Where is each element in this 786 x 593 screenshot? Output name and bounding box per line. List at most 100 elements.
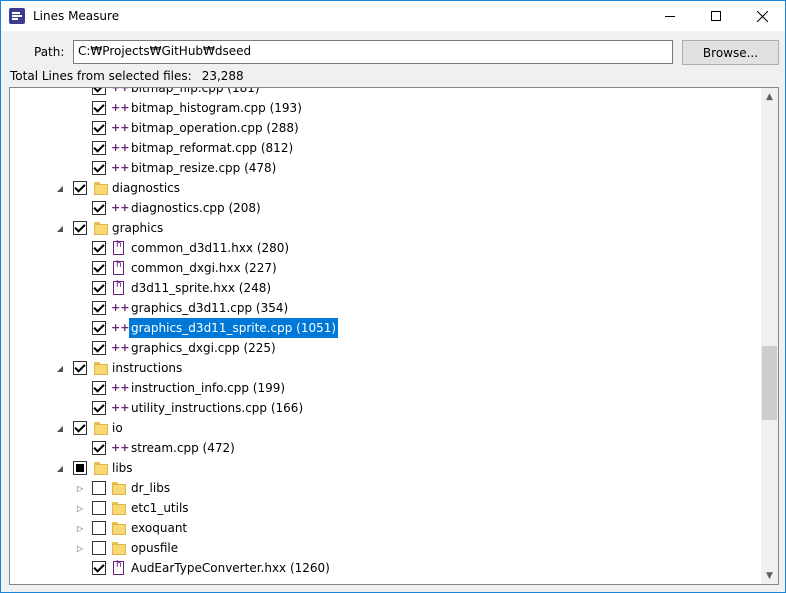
folder-icon <box>111 520 127 536</box>
tree-file-row[interactable]: ++ graphics_dxgi.cpp (225) <box>10 338 760 358</box>
close-icon <box>756 10 768 22</box>
tree-checkbox[interactable] <box>92 121 106 135</box>
tree-file-row[interactable]: ++ bitmap_operation.cpp (288) <box>10 118 760 138</box>
tree-item-label: bitmap_histogram.cpp (193) <box>131 101 302 115</box>
tree-checkbox[interactable] <box>92 281 106 295</box>
tree-file-row[interactable]: common_dxgi.hxx (227) <box>10 258 760 278</box>
folder-icon <box>93 360 109 376</box>
tree-checkbox[interactable] <box>92 141 106 155</box>
close-button[interactable] <box>739 1 785 31</box>
tree-file-row[interactable]: ++ graphics_d3d11_sprite.cpp (1051) <box>10 318 760 338</box>
tree-item-label: bitmap_flip.cpp (181) <box>131 87 260 95</box>
tree-file-row[interactable]: ++ bitmap_reformat.cpp (812) <box>10 138 760 158</box>
tree-file-row[interactable]: ++ bitmap_histogram.cpp (193) <box>10 98 760 118</box>
expand-arrow-closed-icon[interactable]: ▷ <box>74 538 86 558</box>
tree-checkbox[interactable] <box>92 341 106 355</box>
expand-arrow-open-icon[interactable]: ◢ <box>54 418 66 438</box>
app-icon <box>9 8 25 24</box>
tree-item-label: common_d3d11.hxx (280) <box>131 241 290 255</box>
tree-checkbox[interactable] <box>92 521 106 535</box>
tree-item-label: bitmap_reformat.cpp (812) <box>131 141 294 155</box>
tree-checkbox[interactable] <box>92 161 106 175</box>
tree-checkbox[interactable] <box>92 541 106 555</box>
expand-arrow-closed-icon[interactable]: ▷ <box>74 498 86 518</box>
tree-folder-row[interactable]: ◢ diagnostics <box>10 178 760 198</box>
tree-folder-row[interactable]: ▷ opusfile <box>10 538 760 558</box>
tree-item-label: d3d11_sprite.hxx (248) <box>131 281 272 295</box>
tree-item-label: utility_instructions.cpp (166) <box>131 401 304 415</box>
vertical-scrollbar[interactable]: ▲ ▼ <box>761 88 778 584</box>
folder-icon <box>93 220 109 236</box>
tree-item-label: stream.cpp (472) <box>131 441 235 455</box>
tree-folder-row[interactable]: ◢ graphics <box>10 218 760 238</box>
tree-item-label: io <box>112 421 123 435</box>
tree-checkbox[interactable] <box>92 481 106 495</box>
tree-checkbox[interactable] <box>73 221 87 235</box>
cpp-file-icon: ++ <box>111 441 130 454</box>
tree-item-label: common_dxgi.hxx (227) <box>131 261 277 275</box>
tree-checkbox[interactable] <box>92 101 106 115</box>
tree-folder-row[interactable]: ◢ libs <box>10 458 760 478</box>
maximize-button[interactable] <box>693 1 739 31</box>
tree-item-label: diagnostics.cpp (208) <box>131 201 261 215</box>
cpp-file-icon: ++ <box>111 161 130 174</box>
tree-item-label: etc1_utils <box>131 501 189 515</box>
tree-file-row[interactable]: ++ graphics_d3d11.cpp (354) <box>10 298 760 318</box>
tree-item-label: diagnostics <box>112 181 181 195</box>
tree-checkbox[interactable] <box>73 461 87 475</box>
tree-checkbox[interactable] <box>92 301 106 315</box>
tree-folder-row[interactable]: ▷ dr_libs <box>10 478 760 498</box>
scroll-up-icon[interactable]: ▲ <box>761 88 778 105</box>
tree-item-label: AudEarTypeConverter.hxx (1260) <box>131 561 330 575</box>
tree-folder-row[interactable]: ◢ io <box>10 418 760 438</box>
tree-folder-row[interactable]: ▷ etc1_utils <box>10 498 760 518</box>
folder-icon <box>93 460 109 476</box>
tree-item-label: instructions <box>112 361 183 375</box>
cpp-file-icon: ++ <box>111 201 130 214</box>
tree-file-row[interactable]: ++ bitmap_resize.cpp (478) <box>10 158 760 178</box>
tree-file-row[interactable]: AudEarTypeConverter.hxx (1260) <box>10 558 760 578</box>
expand-arrow-open-icon[interactable]: ◢ <box>54 178 66 198</box>
tree-file-row[interactable]: ++ stream.cpp (472) <box>10 438 760 458</box>
tree-folder-row[interactable]: ◢ instructions <box>10 358 760 378</box>
expand-arrow-closed-icon[interactable]: ▷ <box>74 478 86 498</box>
tree-folder-row[interactable]: ▷ exoquant <box>10 518 760 538</box>
tree-checkbox[interactable] <box>92 88 106 95</box>
tree-file-row[interactable]: ++ instruction_info.cpp (199) <box>10 378 760 398</box>
tree-checkbox[interactable] <box>92 441 106 455</box>
tree-checkbox[interactable] <box>73 421 87 435</box>
scroll-down-icon[interactable]: ▼ <box>761 567 778 584</box>
total-lines: Total Lines from selected files: 23,288 <box>10 69 244 83</box>
maximize-icon <box>711 11 721 21</box>
tree-file-row[interactable]: ++ bitmap_flip.cpp (181) <box>10 87 760 98</box>
browse-button[interactable]: Browse... <box>682 40 779 65</box>
tree-checkbox[interactable] <box>73 361 87 375</box>
tree-item-label: bitmap_resize.cpp (478) <box>131 161 277 175</box>
file-tree[interactable]: AudEarTypeConverter.hxx (1260)▷opusfile▷… <box>9 87 779 585</box>
header-file-icon <box>111 240 127 256</box>
tree-checkbox[interactable] <box>92 561 106 575</box>
tree-item-label: graphics <box>112 221 164 235</box>
tree-file-row[interactable]: ++ diagnostics.cpp (208) <box>10 198 760 218</box>
title-bar[interactable]: Lines Measure <box>1 1 785 31</box>
folder-icon <box>93 180 109 196</box>
expand-arrow-closed-icon[interactable]: ▷ <box>74 518 86 538</box>
tree-checkbox[interactable] <box>92 321 106 335</box>
expand-arrow-open-icon[interactable]: ◢ <box>54 358 66 378</box>
tree-checkbox[interactable] <box>92 501 106 515</box>
path-label: Path: <box>34 45 65 59</box>
tree-checkbox[interactable] <box>92 381 106 395</box>
tree-file-row[interactable]: common_d3d11.hxx (280) <box>10 238 760 258</box>
tree-checkbox[interactable] <box>92 241 106 255</box>
tree-file-row[interactable]: ++ utility_instructions.cpp (166) <box>10 398 760 418</box>
tree-checkbox[interactable] <box>92 261 106 275</box>
path-input[interactable]: C:₩Projects₩GitHub₩dseed <box>73 40 673 64</box>
expand-arrow-open-icon[interactable]: ◢ <box>54 218 66 238</box>
minimize-button[interactable] <box>647 1 693 31</box>
scroll-thumb[interactable] <box>762 346 777 420</box>
tree-checkbox[interactable] <box>73 181 87 195</box>
tree-checkbox[interactable] <box>92 201 106 215</box>
tree-checkbox[interactable] <box>92 401 106 415</box>
expand-arrow-open-icon[interactable]: ◢ <box>54 458 66 478</box>
tree-file-row[interactable]: d3d11_sprite.hxx (248) <box>10 278 760 298</box>
